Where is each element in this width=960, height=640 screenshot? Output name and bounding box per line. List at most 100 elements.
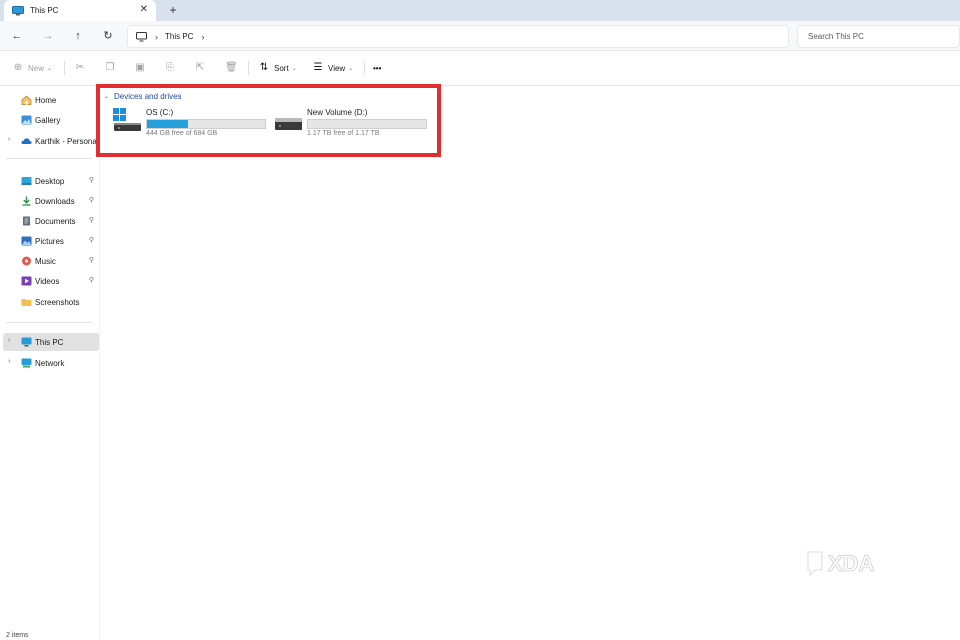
breadcrumb-this-pc[interactable]: This PC [165, 32, 193, 41]
expand-chevron-icon[interactable]: › [8, 337, 10, 344]
paste-button[interactable]: ▣ [134, 60, 150, 76]
sidebar-item-videos[interactable]: Videos ⚲ [3, 272, 99, 290]
tab-title: This PC [30, 6, 59, 15]
delete-button[interactable]: 🗑 [225, 60, 241, 76]
cut-button[interactable]: ✂ [74, 60, 90, 76]
network-icon [21, 358, 32, 368]
more-options-button[interactable]: ••• [373, 60, 381, 76]
drive-free-space: 444 GB free of 684 GB [146, 130, 218, 137]
close-tab-icon[interactable]: ✕ [140, 5, 148, 15]
share-button[interactable]: ⇱ [194, 60, 210, 76]
sidebar-item-desktop[interactable]: Desktop ⚲ [3, 172, 99, 190]
sidebar-item-gallery[interactable]: Gallery [3, 111, 99, 129]
monitor-icon [136, 31, 147, 41]
sidebar-item-this-pc[interactable]: › This PC [3, 333, 99, 351]
new-tab-button[interactable]: + [166, 3, 180, 17]
expand-chevron-icon[interactable]: › [8, 358, 10, 365]
drive-tile-new-volume-d[interactable]: New Volume (D:) 1.17 TB free of 1.17 TB [274, 106, 434, 142]
address-bar[interactable]: › This PC › [127, 25, 789, 48]
sidebar-item-documents[interactable]: Documents ⚲ [3, 212, 99, 230]
drive-usage-bar [146, 119, 266, 129]
sort-icon: ⇅ [259, 62, 269, 73]
clipboard-icon: ▣ [135, 62, 145, 73]
pin-icon[interactable]: ⚲ [89, 176, 94, 184]
devices-and-drives-group-header[interactable]: ⌄ Devices and drives [104, 92, 182, 101]
breadcrumb-separator-icon: › [155, 31, 158, 42]
pin-icon[interactable]: ⚲ [89, 256, 94, 264]
videos-icon [21, 276, 32, 286]
sidebar-item-downloads[interactable]: Downloads ⚲ [3, 192, 99, 210]
scissors-icon: ✂ [75, 62, 85, 73]
trash-icon: 🗑 [225, 62, 238, 73]
sidebar-item-network[interactable]: › Network [3, 354, 99, 372]
windows-drive-icon [113, 108, 141, 131]
drive-free-space: 1.17 TB free of 1.17 TB [307, 130, 380, 137]
rename-button[interactable]: ⎘ [164, 60, 180, 76]
sidebar-item-karthik-personal[interactable]: › Karthik - Personal [3, 132, 99, 150]
documents-icon [23, 216, 30, 226]
music-icon [22, 256, 31, 266]
sidebar-item-label: Downloads [35, 196, 75, 206]
copy-button[interactable]: ❐ [104, 60, 120, 76]
sidebar-item-label: Pictures [35, 236, 64, 246]
sidebar-divider [6, 158, 92, 159]
pin-icon[interactable]: ⚲ [89, 236, 94, 244]
sidebar-item-label: Documents [35, 216, 76, 226]
this-pc-icon [21, 337, 32, 347]
status-item-count: 2 items [6, 632, 29, 639]
chevron-down-icon: ⌄ [291, 65, 297, 72]
up-arrow-icon[interactable]: ↑ [70, 28, 86, 44]
xda-logo: XDA [806, 548, 898, 579]
toolbar-divider [64, 61, 65, 75]
new-label: New [28, 63, 45, 73]
breadcrumb-chevron-icon[interactable]: › [201, 32, 204, 42]
sidebar-item-label: Desktop [35, 176, 65, 186]
pin-icon[interactable]: ⚲ [89, 216, 94, 224]
folder-icon [21, 299, 32, 306]
view-button[interactable]: ☰ View ⌄ [312, 60, 354, 76]
search-input[interactable] [797, 25, 960, 48]
sidebar-item-pictures[interactable]: Pictures ⚲ [3, 232, 99, 250]
sidebar-divider [6, 322, 92, 323]
share-icon: ⇱ [195, 62, 205, 73]
refresh-icon[interactable]: ↻ [100, 28, 116, 44]
new-button[interactable]: ⊕ New ⌄ [12, 60, 52, 76]
chevron-down-icon: ⌄ [348, 65, 354, 72]
forward-arrow-icon[interactable]: → [40, 28, 56, 44]
sidebar-item-music[interactable]: Music ⚲ [3, 252, 99, 270]
sidebar-item-label: This PC [35, 337, 64, 347]
desktop-folder-icon [21, 177, 32, 185]
sidebar-item-label: Network [35, 358, 65, 368]
drive-name: New Volume (D:) [307, 108, 368, 117]
back-arrow-icon[interactable]: ← [9, 28, 25, 44]
tab-this-pc[interactable]: This PC ✕ [4, 0, 156, 21]
toolbar-divider [248, 61, 249, 75]
pin-icon[interactable]: ⚲ [89, 276, 94, 284]
toolbar-divider [364, 61, 365, 75]
onedrive-icon [21, 138, 32, 144]
downloads-icon [22, 196, 31, 206]
tab-bar: This PC ✕ + [0, 0, 960, 21]
pictures-icon [21, 236, 32, 246]
sidebar-item-label: Home [35, 95, 57, 105]
sidebar-item-label: Videos [35, 276, 60, 286]
gallery-icon [21, 115, 32, 125]
view-label: View [328, 63, 346, 73]
view-icon: ☰ [313, 62, 323, 73]
sort-button[interactable]: ⇅ Sort ⌄ [258, 60, 297, 76]
pin-icon[interactable]: ⚲ [89, 196, 94, 204]
navigation-pane: Home Gallery › Karthik - Personal Deskto… [0, 86, 100, 640]
home-icon [21, 95, 32, 105]
sidebar-item-label: Karthik - Personal [35, 136, 99, 146]
sidebar-item-label: Gallery [35, 115, 61, 125]
address-row: ← → ↑ ↻ › This PC › [0, 21, 960, 51]
expand-chevron-icon[interactable]: › [8, 136, 10, 143]
sidebar-item-screenshots[interactable]: Screenshots [3, 293, 99, 311]
drive-usage-bar [307, 119, 427, 129]
drive-tile-os-c[interactable]: OS (C:) 444 GB free of 684 GB [113, 106, 273, 142]
sort-label: Sort [274, 63, 289, 73]
command-bar: ⊕ New ⌄ ✂ ❐ ▣ ⎘ ⇱ 🗑 ⇅ Sort ⌄ ☰ View ⌄ ••… [0, 51, 960, 86]
group-label: Devices and drives [114, 92, 182, 101]
sidebar-item-home[interactable]: Home [3, 91, 99, 109]
drive-usage-fill [147, 120, 189, 128]
